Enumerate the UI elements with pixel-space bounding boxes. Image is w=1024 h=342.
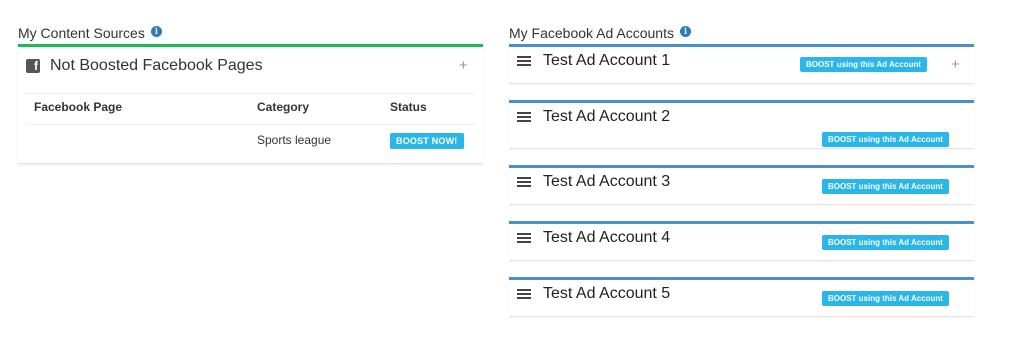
table-cell-category: Sports league [257, 133, 332, 147]
ad-account-card[interactable]: Test Ad Account 1 BOOST using this Ad Ac… [509, 44, 974, 84]
table-divider [26, 124, 475, 125]
ad-account-name: Test Ad Account 2 [543, 108, 671, 125]
boost-ad-account-button[interactable]: BOOST using this Ad Account [822, 179, 949, 194]
boost-ad-account-button[interactable]: BOOST using this Ad Account [822, 235, 949, 250]
boost-ad-account-button[interactable]: BOOST using this Ad Account [800, 57, 927, 72]
boost-ad-account-button[interactable]: BOOST using this Ad Account [822, 291, 949, 306]
expand-plus-icon[interactable]: + [951, 56, 960, 73]
ad-account-name: Test Ad Account 1 [543, 52, 671, 69]
info-icon[interactable]: i [679, 25, 691, 37]
server-stack-icon [517, 177, 534, 189]
column-header-facebook-page[interactable]: Facebook Page [34, 100, 122, 114]
column-header-status[interactable]: Status [390, 100, 427, 114]
content-sources-header: My Content Sources i [18, 25, 162, 41]
boost-ad-account-button[interactable]: BOOST using this Ad Account [822, 132, 949, 147]
panel-header: f Not Boosted Facebook Pages [26, 57, 263, 75]
content-sources-title: My Content Sources [18, 25, 145, 41]
server-stack-icon [517, 112, 534, 124]
ad-account-card[interactable]: Test Ad Account 4 BOOST using this Ad Ac… [509, 221, 974, 261]
ad-account-card[interactable]: Test Ad Account 5 BOOST using this Ad Ac… [509, 277, 974, 317]
ad-account-card[interactable]: Test Ad Account 3 BOOST using this Ad Ac… [509, 165, 974, 205]
ad-account-name: Test Ad Account 5 [543, 285, 671, 302]
ad-account-name: Test Ad Account 3 [543, 173, 671, 190]
server-stack-icon [517, 233, 534, 245]
ad-account-card[interactable]: Test Ad Account 2 BOOST using this Ad Ac… [509, 100, 974, 149]
panel-title: Not Boosted Facebook Pages [50, 57, 263, 74]
expand-plus-icon[interactable]: + [459, 57, 468, 74]
server-stack-icon [517, 56, 534, 68]
ad-accounts-title: My Facebook Ad Accounts [509, 25, 674, 41]
server-stack-icon [517, 289, 534, 301]
ad-accounts-header: My Facebook Ad Accounts i [509, 25, 691, 41]
info-icon[interactable]: i [150, 25, 162, 37]
facebook-square-icon: f [26, 59, 40, 73]
boost-now-button[interactable]: BOOST NOW! [390, 133, 464, 149]
ad-account-name: Test Ad Account 4 [543, 229, 671, 246]
column-header-category[interactable]: Category [257, 100, 309, 114]
not-boosted-pages-panel: f Not Boosted Facebook Pages + Facebook … [18, 44, 483, 164]
table-divider [26, 93, 475, 94]
